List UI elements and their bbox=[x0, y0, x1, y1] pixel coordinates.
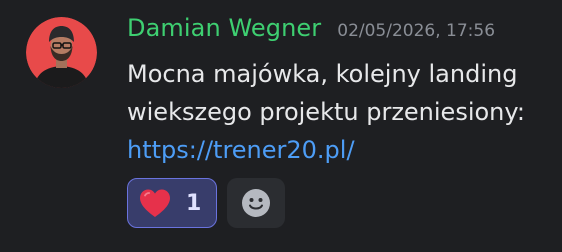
reactions-bar: 1 bbox=[127, 178, 285, 228]
heart-icon bbox=[140, 189, 170, 217]
message-text-line: Mocna majówka, kolejny landing bbox=[127, 60, 518, 88]
reaction-count: 1 bbox=[186, 190, 202, 216]
add-reaction-button[interactable] bbox=[227, 178, 285, 228]
chat-message: Damian Wegner 02/05/2026, 17:56 Mocna ma… bbox=[0, 0, 562, 252]
author-name[interactable]: Damian Wegner bbox=[127, 14, 321, 42]
reaction-heart[interactable]: 1 bbox=[127, 178, 217, 228]
avatar[interactable] bbox=[26, 17, 97, 88]
message-text-line: wiekszego projektu przeniesiony: bbox=[127, 98, 525, 126]
message-link[interactable]: https://trener20.pl/ bbox=[127, 136, 355, 164]
user-photo-icon bbox=[26, 17, 97, 88]
message-content: Mocna majówka, kolejny landing wiekszego… bbox=[127, 55, 547, 169]
message-header: Damian Wegner 02/05/2026, 17:56 bbox=[127, 14, 495, 50]
smiley-icon bbox=[242, 189, 270, 217]
message-timestamp: 02/05/2026, 17:56 bbox=[337, 21, 496, 41]
